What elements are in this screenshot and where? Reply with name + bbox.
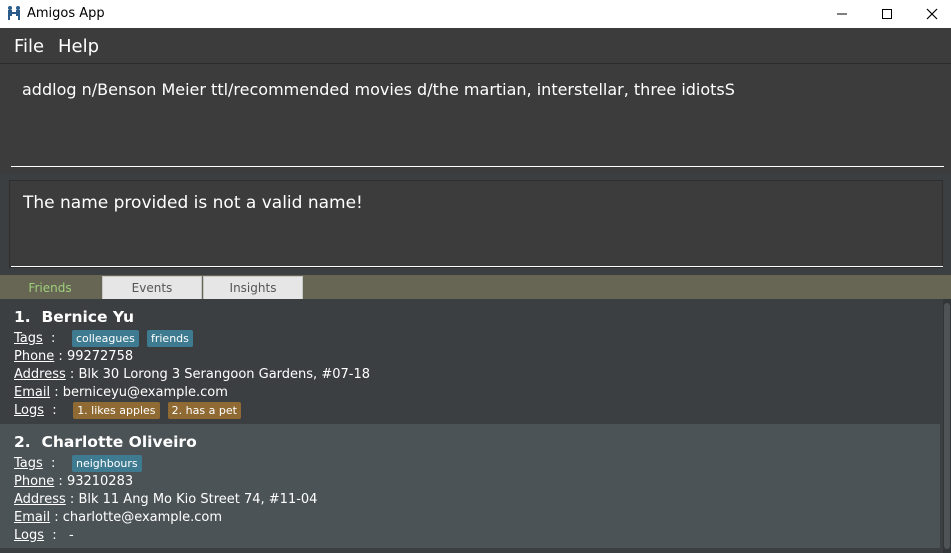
menu-bar: File Help: [0, 28, 951, 64]
phone-row: Phone : 99272758: [14, 349, 134, 364]
tag-chip: friends: [146, 330, 193, 347]
tags-label: Tags: [14, 456, 43, 471]
tab-events[interactable]: Events: [102, 276, 202, 299]
maximize-button[interactable]: [864, 0, 910, 28]
command-input[interactable]: addlog n/Benson Meier ttl/recommended mo…: [22, 80, 735, 99]
close-icon: [926, 8, 938, 20]
email-value: charlotte@example.com: [62, 510, 223, 525]
tab-insights[interactable]: Insights: [203, 276, 303, 299]
address-row: Address : Blk 11 Ang Mo Kio Street 74, #…: [14, 492, 318, 507]
menu-help[interactable]: Help: [58, 36, 99, 57]
command-box[interactable]: addlog n/Benson Meier ttl/recommended mo…: [0, 64, 951, 174]
phone-value: 93210283: [66, 474, 134, 489]
friend-list[interactable]: 1. Bernice Yu Tags : colleagues friends …: [0, 299, 951, 553]
email-label: Email: [14, 510, 51, 525]
address-value: Blk 30 Lorong 3 Serangoon Gardens, #07-1…: [78, 367, 370, 382]
friend-index: 2.: [14, 433, 31, 451]
address-label: Address: [14, 367, 66, 382]
logs-row: Logs : -: [14, 528, 74, 543]
friend-card[interactable]: 1. Bernice Yu Tags : colleagues friends …: [0, 299, 940, 424]
log-chip: 2. has a pet: [167, 402, 241, 419]
tab-friends[interactable]: Friends: [0, 276, 100, 299]
minimize-icon: [837, 13, 847, 15]
email-row: Email : charlotte@example.com: [14, 510, 223, 525]
phone-label: Phone: [14, 349, 55, 364]
address-row: Address : Blk 30 Lorong 3 Serangoon Gard…: [14, 367, 370, 382]
friend-card[interactable]: 2. Charlotte Oliveiro Tags : neighbours …: [0, 424, 940, 548]
address-value: Blk 11 Ang Mo Kio Street 74, #11-04: [78, 492, 318, 507]
tags-row: Tags : neighbours: [14, 455, 146, 472]
log-chip: 1. likes apples: [73, 402, 160, 419]
tags-label: Tags: [14, 331, 43, 346]
email-value: berniceyu@example.com: [62, 385, 228, 400]
friend-name-text: Bernice Yu: [41, 308, 135, 326]
close-button[interactable]: [909, 0, 951, 28]
result-message: The name provided is not a valid name!: [23, 193, 363, 213]
command-underline: [11, 166, 944, 167]
tag-chip: colleagues: [71, 330, 139, 347]
maximize-icon: [882, 9, 892, 19]
friend-name: 1. Bernice Yu: [14, 308, 134, 326]
vertical-scrollbar[interactable]: [943, 299, 951, 553]
amigos-app-icon: [6, 5, 22, 21]
tab-bar: Friends Events Insights: [0, 275, 951, 299]
logs-label: Logs: [14, 403, 44, 418]
phone-row: Phone : 93210283: [14, 474, 134, 489]
logs-empty: -: [69, 528, 74, 543]
tags-row: Tags : colleagues friends: [14, 330, 197, 347]
friend-name: 2. Charlotte Oliveiro: [14, 433, 197, 451]
title-bar: Amigos App: [0, 0, 951, 28]
email-row: Email : berniceyu@example.com: [14, 385, 228, 400]
friend-index: 1.: [14, 308, 31, 326]
result-display: The name provided is not a valid name!: [9, 180, 943, 268]
phone-value: 99272758: [66, 349, 134, 364]
logs-row: Logs : 1. likes apples 2. has a pet: [14, 402, 245, 419]
menu-file[interactable]: File: [14, 36, 44, 57]
window-title: Amigos App: [27, 6, 105, 21]
result-underline: [11, 266, 943, 267]
address-label: Address: [14, 492, 66, 507]
tag-chip: neighbours: [71, 455, 142, 472]
friend-name-text: Charlotte Oliveiro: [41, 433, 197, 451]
minimize-button[interactable]: [819, 0, 865, 28]
logs-label: Logs: [14, 528, 44, 543]
scrollbar-thumb[interactable]: [944, 303, 950, 549]
email-label: Email: [14, 385, 51, 400]
phone-label: Phone: [14, 474, 55, 489]
